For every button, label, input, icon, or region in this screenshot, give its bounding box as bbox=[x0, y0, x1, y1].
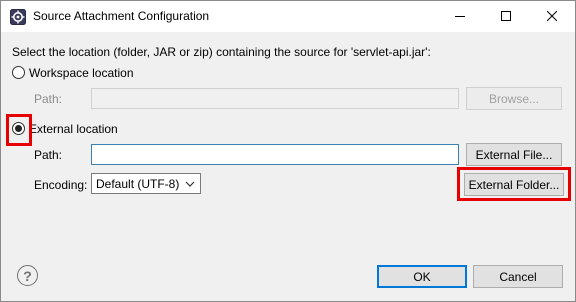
workspace-path-field bbox=[91, 88, 459, 109]
minimize-button[interactable] bbox=[437, 1, 483, 32]
close-button[interactable] bbox=[529, 1, 575, 32]
title-bar: Source Attachment Configuration bbox=[1, 1, 575, 32]
chevron-down-icon bbox=[185, 178, 195, 192]
workspace-path-label: Path: bbox=[34, 92, 63, 106]
minimize-icon bbox=[455, 10, 465, 24]
source-attachment-dialog: Source Attachment Configuration Select t… bbox=[0, 0, 576, 302]
eclipse-gear-icon bbox=[10, 9, 26, 25]
maximize-icon bbox=[501, 10, 511, 24]
encoding-label: Encoding: bbox=[34, 178, 88, 192]
external-location-label[interactable]: External location bbox=[29, 122, 118, 136]
workspace-location-label[interactable]: Workspace location bbox=[29, 66, 134, 80]
close-icon bbox=[546, 10, 558, 24]
browse-button: Browse... bbox=[466, 87, 562, 110]
external-folder-highlight bbox=[457, 167, 571, 201]
external-path-label: Path: bbox=[34, 148, 63, 162]
workspace-location-radio[interactable] bbox=[12, 66, 25, 79]
dialog-description: Select the location (folder, JAR or zip)… bbox=[12, 45, 431, 59]
maximize-button[interactable] bbox=[483, 1, 529, 32]
help-icon[interactable]: ? bbox=[17, 265, 38, 286]
external-path-input[interactable] bbox=[91, 144, 459, 165]
ok-button[interactable]: OK bbox=[377, 265, 467, 288]
encoding-select[interactable]: Default (UTF-8) bbox=[91, 173, 201, 194]
encoding-value: Default (UTF-8) bbox=[96, 176, 180, 191]
window-title: Source Attachment Configuration bbox=[33, 9, 210, 23]
external-radio-highlight bbox=[6, 114, 32, 146]
cancel-button[interactable]: Cancel bbox=[473, 265, 563, 288]
external-file-button[interactable]: External File... bbox=[466, 143, 562, 166]
